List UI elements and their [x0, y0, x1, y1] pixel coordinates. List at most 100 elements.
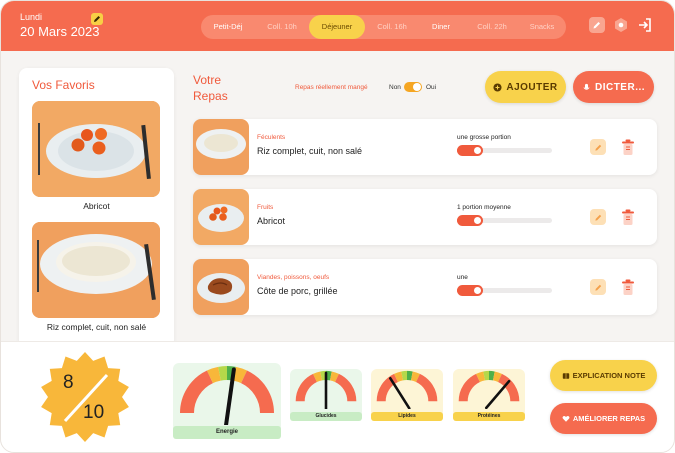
explain-score-label: EXPLICATION NOTE [572, 371, 646, 380]
toggle-no-label: Non [389, 84, 401, 91]
meal-tabs: Petit-Déj Coll. 10h Déjeuner Coll. 16h D… [201, 15, 566, 39]
gauge-segment [394, 371, 404, 383]
food-category: Viandes, poissons, oeufs [257, 274, 330, 281]
tab-coll-22h[interactable]: Coll. 22h [466, 15, 518, 39]
gauge-needle [389, 376, 411, 410]
dictate-button-label: DICTER... [594, 81, 646, 93]
edit-food-button[interactable] [590, 139, 606, 155]
microphone-icon [583, 83, 590, 90]
tab-dejeuner[interactable]: Déjeuner [309, 15, 365, 39]
pencil-icon [594, 144, 601, 151]
score-denominator: 10 [83, 402, 105, 423]
portion-label: 1 portion moyenne [457, 204, 511, 211]
tab-diner[interactable]: Diner [419, 15, 463, 39]
edit-date-button[interactable] [91, 13, 103, 25]
pencil-icon [94, 16, 100, 22]
tab-coll-10h[interactable]: Coll. 10h [256, 15, 308, 39]
gauge-label: Protéines [453, 412, 525, 421]
score-badge [41, 352, 129, 442]
slider-handle[interactable] [457, 145, 483, 156]
slider-handle[interactable] [457, 215, 483, 226]
food-category: Fruits [257, 204, 274, 211]
food-card: Féculents Riz complet, cuit, non salé un… [193, 119, 657, 175]
trash-icon [622, 139, 634, 155]
portion-slider[interactable] [457, 145, 552, 156]
gauge-segment [415, 373, 438, 402]
gauge-label: Glucides [290, 412, 362, 421]
gauge-segment [232, 366, 248, 384]
favorite-label: Riz complet, cuit, non salé [46, 322, 147, 332]
edit-food-button[interactable] [590, 209, 606, 225]
gauge-dial [376, 370, 438, 410]
food-image-riz [193, 119, 249, 175]
tab-coll-16h[interactable]: Coll. 16h [368, 15, 416, 39]
gauge-segment [329, 371, 339, 383]
slider-handle-dot [474, 217, 481, 224]
toggle-yes-label: Oui [426, 84, 437, 91]
gauge-dial [295, 370, 357, 411]
slider-handle-dot [474, 147, 481, 154]
apricot-plate-image [193, 189, 249, 245]
gauge-segment [458, 373, 481, 402]
add-button[interactable]: AJOUTER [485, 71, 566, 103]
rice-plate-image [193, 119, 249, 175]
edit-button[interactable] [589, 17, 605, 33]
gauge-dial [180, 366, 274, 427]
food-card: Fruits Abricot 1 portion moyenne [193, 189, 657, 245]
meal-title-line1: Votre [193, 73, 222, 87]
apricot-plate-image [32, 101, 160, 197]
gauge-needle [484, 379, 511, 410]
tab-petit-dej[interactable]: Petit-Déj [203, 15, 253, 39]
plus-circle-icon [493, 82, 502, 92]
trash-icon [622, 279, 634, 295]
delete-food-button[interactable] [621, 279, 635, 296]
tab-snacks[interactable]: Snacks [519, 15, 565, 39]
food-card: Viandes, poissons, oeufs Côte de porc, g… [193, 259, 657, 315]
gauge-segment [476, 371, 486, 383]
food-image-porc [193, 259, 249, 315]
gauge-segment [334, 373, 357, 402]
toggle-knob [413, 83, 421, 91]
favorite-label: Abricot [83, 201, 110, 211]
food-name: Abricot [257, 216, 286, 226]
gauge-lipides: Lipides [371, 369, 443, 421]
settings-button[interactable] [613, 17, 629, 33]
header-bar: Lundi 20 Mars 2023 Petit-Déj Coll. 10h D… [1, 1, 674, 51]
pencil-icon [593, 22, 600, 29]
date-label: 20 Mars 2023 [20, 24, 100, 39]
gauge-segment [295, 373, 318, 402]
portion-slider[interactable] [457, 215, 552, 226]
edit-food-button[interactable] [590, 279, 606, 295]
pork-chop-plate-image [193, 259, 249, 315]
explain-score-button[interactable]: EXPLICATION NOTE [550, 360, 657, 391]
portion-slider[interactable] [457, 285, 552, 296]
gauge-dial [458, 370, 520, 410]
favorites-panel: Vos Favoris Abricot Riz complet, cuit, n… [19, 68, 174, 348]
favorites-title: Vos Favoris [32, 78, 95, 92]
gauge-segment [206, 366, 222, 384]
slider-handle[interactable] [457, 285, 483, 296]
favorite-image-abricot[interactable] [32, 101, 160, 197]
pencil-icon [594, 284, 601, 291]
improve-meal-button[interactable]: AMÉLIORER REPAS [550, 403, 657, 434]
meal-title: Votre Repas [193, 72, 228, 104]
delete-food-button[interactable] [621, 209, 635, 226]
logout-icon [639, 18, 651, 32]
app-frame: Lundi 20 Mars 2023 Petit-Déj Coll. 10h D… [0, 0, 675, 453]
food-category: Féculents [257, 134, 286, 141]
gauge-label: Lipides [371, 412, 443, 421]
gauge-proteines: Protéines [453, 369, 525, 421]
logout-button[interactable] [637, 17, 653, 33]
gauge-segment [410, 371, 420, 383]
favorite-image-riz[interactable] [32, 222, 160, 318]
gauge-segment [313, 371, 323, 383]
hexagon-settings-icon [615, 18, 627, 32]
portion-label: une grosse portion [457, 134, 511, 141]
dictate-button[interactable]: DICTER... [573, 71, 654, 103]
gauge-energie: Energie [173, 363, 281, 439]
add-button-label: AJOUTER [506, 81, 558, 93]
delete-food-button[interactable] [621, 139, 635, 156]
eaten-toggle[interactable] [404, 82, 422, 92]
portion-label: une [457, 274, 468, 281]
gauge-glucides: Glucides [290, 369, 362, 421]
